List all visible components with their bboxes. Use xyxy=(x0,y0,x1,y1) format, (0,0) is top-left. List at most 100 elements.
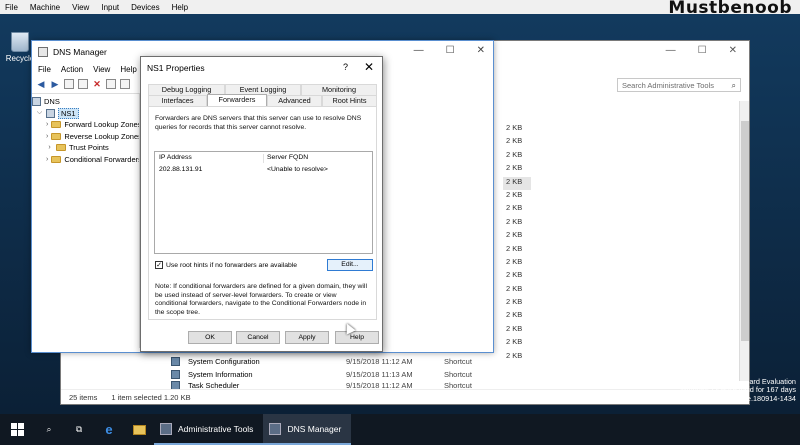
file-size: 2 KB xyxy=(506,216,523,226)
properties-icon[interactable] xyxy=(106,78,116,89)
file-size: 2 KB xyxy=(506,323,523,333)
vm-menu-devices[interactable]: Devices xyxy=(131,3,159,12)
start-button[interactable] xyxy=(0,414,34,445)
help-question-icon[interactable]: ? xyxy=(343,62,348,72)
file-date: 9/15/2018 11:12 AM xyxy=(346,381,413,389)
edit-button[interactable]: Edit... xyxy=(327,259,373,271)
show-tree-icon[interactable] xyxy=(78,78,88,89)
tree-item-reverse-lookup-zones[interactable]: › Reverse Lookup Zones xyxy=(32,131,139,143)
menu-file[interactable]: File xyxy=(38,65,51,74)
list-item[interactable]: Task Scheduler 9/15/2018 11:12 AM Shortc… xyxy=(171,381,491,389)
tab-monitoring[interactable]: Monitoring xyxy=(301,84,377,95)
search-taskbar-icon[interactable]: ⌕ xyxy=(34,414,64,445)
tab-advanced[interactable]: Advanced xyxy=(267,95,322,106)
file-size: 2 KB xyxy=(506,350,523,360)
windows-logo-icon xyxy=(10,423,24,436)
list-item[interactable]: System Configuration 9/15/2018 11:12 AM … xyxy=(171,355,491,368)
back-arrow-icon[interactable]: ◀ xyxy=(36,79,46,89)
edge-browser-icon[interactable]: e xyxy=(94,414,124,445)
ok-button[interactable]: OK xyxy=(188,331,232,344)
root-hints-option[interactable]: ✓ Use root hints if no forwarders are av… xyxy=(155,261,297,269)
file-size: 2 KB xyxy=(506,256,523,266)
maximize-icon[interactable]: ☐ xyxy=(446,45,455,56)
apply-button[interactable]: Apply xyxy=(285,331,329,344)
tree-item-forward-lookup-zones[interactable]: › Forward Lookup Zones xyxy=(32,119,139,131)
vm-menu-input[interactable]: Input xyxy=(101,3,119,12)
tree-item-trust-points[interactable]: › Trust Points xyxy=(32,142,139,154)
taskbar-app-dns-manager[interactable]: DNS Manager xyxy=(263,414,352,445)
file-type: Shortcut xyxy=(444,381,472,389)
vm-menu-view[interactable]: View xyxy=(72,3,89,12)
tab-forwarders[interactable]: Forwarders xyxy=(207,94,267,106)
forwarders-list[interactable]: IP Address Server FQDN 202.88.131.91 <Un… xyxy=(154,151,373,254)
close-icon[interactable]: ✕ xyxy=(477,45,485,56)
maximize-icon[interactable]: ☐ xyxy=(698,45,707,56)
file-type: Shortcut xyxy=(444,357,472,366)
tree-label: Forward Lookup Zones xyxy=(64,120,139,130)
cancel-button[interactable]: Cancel xyxy=(236,331,280,344)
close-icon[interactable]: ✕ xyxy=(729,45,737,56)
folder-icon xyxy=(51,155,62,163)
menu-view[interactable]: View xyxy=(93,65,110,74)
menu-help[interactable]: Help xyxy=(120,65,136,74)
search-input[interactable]: Search Administrative Tools ⌕ xyxy=(617,78,741,92)
ns1-properties-dialog: NS1 Properties ? ✕ Debug Logging Event L… xyxy=(140,56,383,352)
tab-interfaces[interactable]: Interfaces xyxy=(148,95,207,106)
folder-icon xyxy=(51,121,62,129)
list-item[interactable]: System Information 9/15/2018 11:13 AM Sh… xyxy=(171,368,491,381)
task-view-icon[interactable]: ⧉ xyxy=(64,414,94,445)
file-size: 2 KB xyxy=(506,189,523,199)
tree-item-ns1[interactable]: ⌵ NS1 xyxy=(32,107,139,120)
forwarders-description: Forwarders are DNS servers that this ser… xyxy=(155,115,362,131)
tree-item-dns[interactable]: DNS xyxy=(32,96,139,108)
search-icon: ⌕ xyxy=(731,81,736,90)
vertical-scrollbar[interactable] xyxy=(739,101,749,381)
forward-arrow-icon[interactable]: ▶ xyxy=(50,79,60,89)
minimize-icon[interactable]: — xyxy=(414,45,424,56)
window-title: DNS Manager xyxy=(53,46,107,57)
taskbar-app-administrative-tools[interactable]: Administrative Tools xyxy=(154,414,264,445)
list-header: IP Address Server FQDN xyxy=(155,152,372,163)
table-row[interactable]: 202.88.131.91 <Unable to resolve> xyxy=(155,163,372,175)
tree-item-conditional-forwarders[interactable]: › Conditional Forwarders xyxy=(32,154,139,166)
vm-menu-file[interactable]: File xyxy=(5,3,18,12)
root-hints-label: Use root hints if no forwarders are avai… xyxy=(166,261,298,269)
windows-evaluation-watermark: ard Evaluation Windows License valid for… xyxy=(672,377,796,403)
file-size: 2 KB xyxy=(506,243,523,253)
conditional-forwarders-note: Note: If conditional forwarders are defi… xyxy=(155,283,367,316)
help-button[interactable]: Help xyxy=(335,331,379,344)
minimize-icon[interactable]: — xyxy=(666,45,676,56)
tree-label: Reverse Lookup Zones xyxy=(64,131,139,141)
search-placeholder: Search Administrative Tools xyxy=(622,81,714,90)
menu-action[interactable]: Action xyxy=(61,65,83,74)
forwarder-fqdn: <Unable to resolve> xyxy=(267,165,328,173)
up-folder-icon[interactable] xyxy=(64,78,74,89)
file-explorer-icon[interactable] xyxy=(124,414,154,445)
expand-chevron-icon[interactable]: › xyxy=(46,156,48,163)
tree-label: NS1 xyxy=(58,107,79,119)
window-controls: — ☐ ✕ xyxy=(414,45,485,56)
root-hints-checkbox[interactable]: ✓ xyxy=(155,261,163,269)
administrative-tools-icon xyxy=(160,422,172,435)
file-size: 2 KB xyxy=(506,123,523,132)
column-header-ip-address[interactable]: IP Address xyxy=(155,154,263,163)
tree-label: Conditional Forwarders xyxy=(64,154,139,164)
file-size: 2 KB xyxy=(506,270,523,280)
refresh-icon[interactable] xyxy=(120,78,130,89)
tab-root-hints[interactable]: Root Hints xyxy=(322,95,377,106)
scrollbar-thumb[interactable] xyxy=(741,121,749,341)
tab-row-front: Interfaces Forwarders Advanced Root Hint… xyxy=(148,94,377,106)
vm-menu-help[interactable]: Help xyxy=(172,3,188,12)
expand-chevron-icon[interactable]: › xyxy=(46,144,53,151)
delete-icon[interactable]: ✕ xyxy=(92,79,102,89)
expand-chevron-icon[interactable]: › xyxy=(46,121,48,128)
expand-chevron-icon[interactable]: › xyxy=(46,133,48,140)
collapse-chevron-icon[interactable]: ⌵ xyxy=(36,109,43,117)
file-size: 2 KB xyxy=(506,163,523,173)
file-name: System Configuration xyxy=(188,357,260,366)
vm-menu-machine[interactable]: Machine xyxy=(30,3,60,12)
column-header-server-fqdn[interactable]: Server FQDN xyxy=(263,154,308,163)
dialog-close-icon[interactable]: ✕ xyxy=(364,60,374,74)
status-selection: 1 item selected 1.20 KB xyxy=(111,392,191,402)
file-size: 2 KB xyxy=(506,149,523,159)
